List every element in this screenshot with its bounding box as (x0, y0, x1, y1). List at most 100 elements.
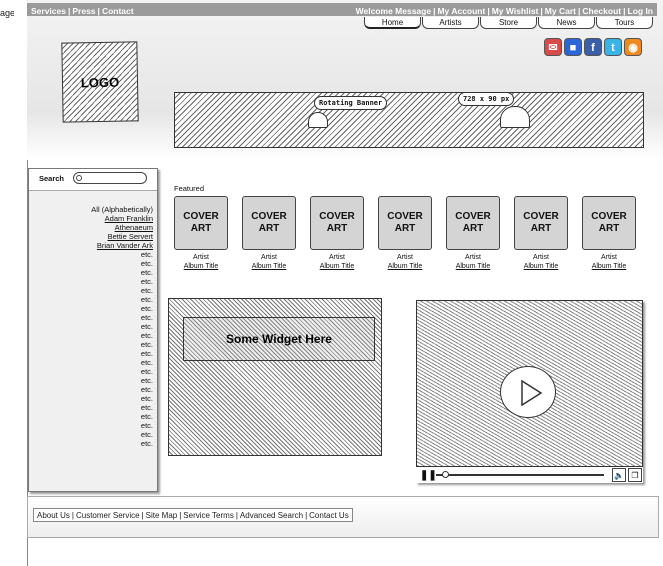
play-icon (521, 379, 543, 407)
list-etc: etc. (140, 376, 153, 385)
play-button[interactable] (500, 366, 556, 418)
list-etc: etc. (140, 358, 153, 367)
list-etc: etc. (140, 403, 153, 412)
footer-customer-service-link[interactable]: Customer Service (76, 511, 140, 520)
list-etc: etc. (140, 331, 153, 340)
my-cart-link[interactable]: My Cart (545, 6, 576, 16)
list-etc: etc. (140, 268, 153, 277)
list-etc: etc. (140, 250, 153, 259)
album-title[interactable]: Album Title (446, 262, 500, 271)
artist-link-athenaeum[interactable]: Athenaeum (33, 223, 153, 232)
video-scrubber[interactable] (442, 471, 449, 478)
album-title[interactable]: Album Title (582, 262, 636, 271)
search-row: Search (29, 169, 157, 191)
artist-name[interactable]: Artist (446, 253, 500, 262)
delicious-icon[interactable]: ■ (564, 38, 582, 56)
artist-link-brian-vander-ark[interactable]: Brian Vander Ark (33, 241, 153, 250)
list-etc: etc. (140, 295, 153, 304)
footer-about-us-link[interactable]: About Us (37, 511, 70, 520)
checkout-link[interactable]: Checkout (582, 6, 621, 16)
nav-services-link[interactable]: Services (31, 6, 66, 16)
cover-art[interactable]: COVER ART (514, 196, 568, 250)
list-etc: etc. (140, 313, 153, 322)
email-icon[interactable]: ✉ (544, 38, 562, 56)
tab-home[interactable]: Home (364, 17, 421, 29)
list-etc: etc. (140, 349, 153, 358)
tab-artists[interactable]: Artists (422, 17, 479, 29)
video-progress-bar[interactable] (436, 474, 604, 476)
banner-figure-right (500, 106, 530, 128)
my-account-link[interactable]: My Account (437, 6, 485, 16)
cover-art[interactable]: COVER ART (310, 196, 364, 250)
rss-icon[interactable]: ◉ (624, 38, 642, 56)
search-input[interactable] (73, 172, 147, 184)
widget-label: Some Widget Here (183, 317, 375, 361)
rotating-banner[interactable] (174, 92, 644, 148)
volume-icon[interactable]: 🔈 (612, 468, 626, 482)
banner-bubble-left: Rotating Banner (314, 96, 388, 110)
cover-caption: Artist Album Title (378, 253, 432, 271)
footer-advanced-search-link[interactable]: Advanced Search (240, 511, 303, 520)
list-all-alphabetically[interactable]: All (Alphabetically) (33, 205, 153, 214)
widget-label-text: Some Widget Here (226, 332, 332, 346)
log-in-link[interactable]: Log In (628, 6, 654, 16)
list-etc: etc. (140, 367, 153, 376)
top-nav-left: Services | Press | Contact (31, 5, 134, 16)
cover-caption: Artist Album Title (582, 253, 636, 271)
nav-press-link[interactable]: Press (72, 6, 95, 16)
footer-links: About Us | Customer Service | Site Map | Se… (33, 508, 353, 522)
main-tabs: Home Artists Store News Tours (364, 17, 654, 29)
album-title[interactable]: Album Title (174, 262, 228, 271)
album-title[interactable]: Album Title (378, 262, 432, 271)
facebook-icon[interactable]: f (584, 38, 602, 56)
footer-service-terms-link[interactable]: Service Terms (183, 511, 234, 520)
footer-site-map-link[interactable]: Site Map (146, 511, 178, 520)
list-etc: etc. (140, 304, 153, 313)
cover-art[interactable]: COVER ART (242, 196, 296, 250)
album-title[interactable]: Album Title (242, 262, 296, 271)
artist-name[interactable]: Artist (582, 253, 636, 262)
cover-caption: Artist Album Title (242, 253, 296, 271)
search-icon (76, 175, 82, 181)
tab-store[interactable]: Store (480, 17, 537, 29)
tab-news[interactable]: News (538, 17, 595, 29)
artist-link-adam-franklin[interactable]: Adam Franklin (33, 214, 153, 223)
nav-contact-link[interactable]: Contact (102, 6, 134, 16)
pause-icon[interactable]: ❚❚ (420, 470, 437, 481)
list-etc: etc. (140, 439, 153, 448)
my-wishlist-link[interactable]: My Wishlist (492, 6, 539, 16)
cover-caption: Artist Album Title (514, 253, 568, 271)
list-etc: etc. (140, 412, 153, 421)
top-nav-right: Welcome Message | My Account | My Wishlist | M… (355, 5, 654, 16)
banner-bubble-right: 728 x 90 px (458, 92, 515, 106)
artist-name[interactable]: Artist (378, 253, 432, 262)
fullscreen-icon[interactable]: ❐ (628, 468, 642, 482)
list-etc: etc. (140, 385, 153, 394)
artist-name[interactable]: Artist (310, 253, 364, 262)
cover-caption: Artist Album Title (446, 253, 500, 271)
list-etc: etc. (140, 259, 153, 268)
cover-art[interactable]: COVER ART (582, 196, 636, 250)
list-etc: etc. (140, 286, 153, 295)
welcome-message-link[interactable]: Welcome Message (356, 6, 431, 16)
artist-name[interactable]: Artist (514, 253, 568, 262)
cover-art[interactable]: COVER ART (446, 196, 500, 250)
cover-art[interactable]: COVER ART (378, 196, 432, 250)
artist-name[interactable]: Artist (174, 253, 228, 262)
featured-label: Featured (174, 184, 205, 193)
list-etc: etc. (140, 340, 153, 349)
footer-contact-us-link[interactable]: Contact Us (309, 511, 349, 520)
album-title[interactable]: Album Title (310, 262, 364, 271)
artist-name[interactable]: Artist (242, 253, 296, 262)
site-logo[interactable]: LOGO (61, 41, 139, 123)
twitter-icon[interactable]: t (604, 38, 622, 56)
cover-art[interactable]: COVER ART (174, 196, 228, 250)
album-title[interactable]: Album Title (514, 262, 568, 271)
logo-text: LOGO (80, 74, 120, 90)
tab-tours[interactable]: Tours (596, 17, 653, 29)
artist-link-bettie-servert[interactable]: Bettie Servert (33, 232, 153, 241)
video-controls: ❚❚ 🔈 ❐ (416, 466, 643, 483)
page-edge-label: age (0, 8, 14, 18)
list-etc: etc. (140, 421, 153, 430)
list-etc: etc. (140, 277, 153, 286)
